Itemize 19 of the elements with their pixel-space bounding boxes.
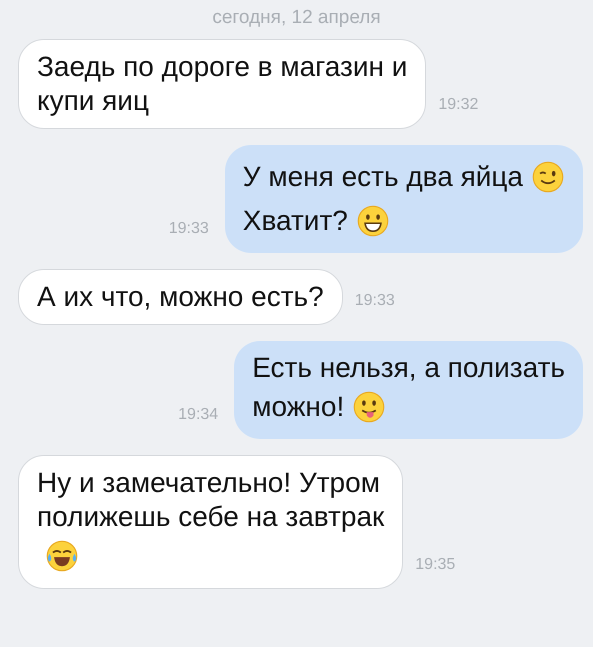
laughing-tears-icon: [45, 538, 79, 572]
message-text: У меня есть два яйца: [242, 160, 523, 194]
message-time: 19:34: [178, 404, 218, 424]
message-text: полижешь себе на завтрак: [37, 500, 384, 534]
message-text: Хватит?: [242, 204, 348, 238]
message-text: Есть нельзя, а полизать: [252, 350, 565, 384]
message-time: 19:33: [354, 290, 395, 310]
date-header: сегодня, 12 апреля: [212, 6, 381, 30]
message-text: купи яиц: [37, 84, 149, 118]
message-text: Ну и замечательно! Утром: [37, 466, 380, 500]
message-time: 19:32: [438, 94, 478, 114]
winking-face-icon: [531, 160, 565, 194]
message-time: 19:35: [415, 554, 456, 574]
tongue-face-icon: [352, 390, 386, 424]
message-text: А их что, можно есть?: [37, 280, 324, 314]
message-text: Заедь по дороге в магазин и: [37, 50, 408, 84]
message-time: 19:33: [168, 218, 209, 238]
grinning-face-icon: [356, 204, 390, 238]
message-text: можно!: [252, 390, 344, 424]
